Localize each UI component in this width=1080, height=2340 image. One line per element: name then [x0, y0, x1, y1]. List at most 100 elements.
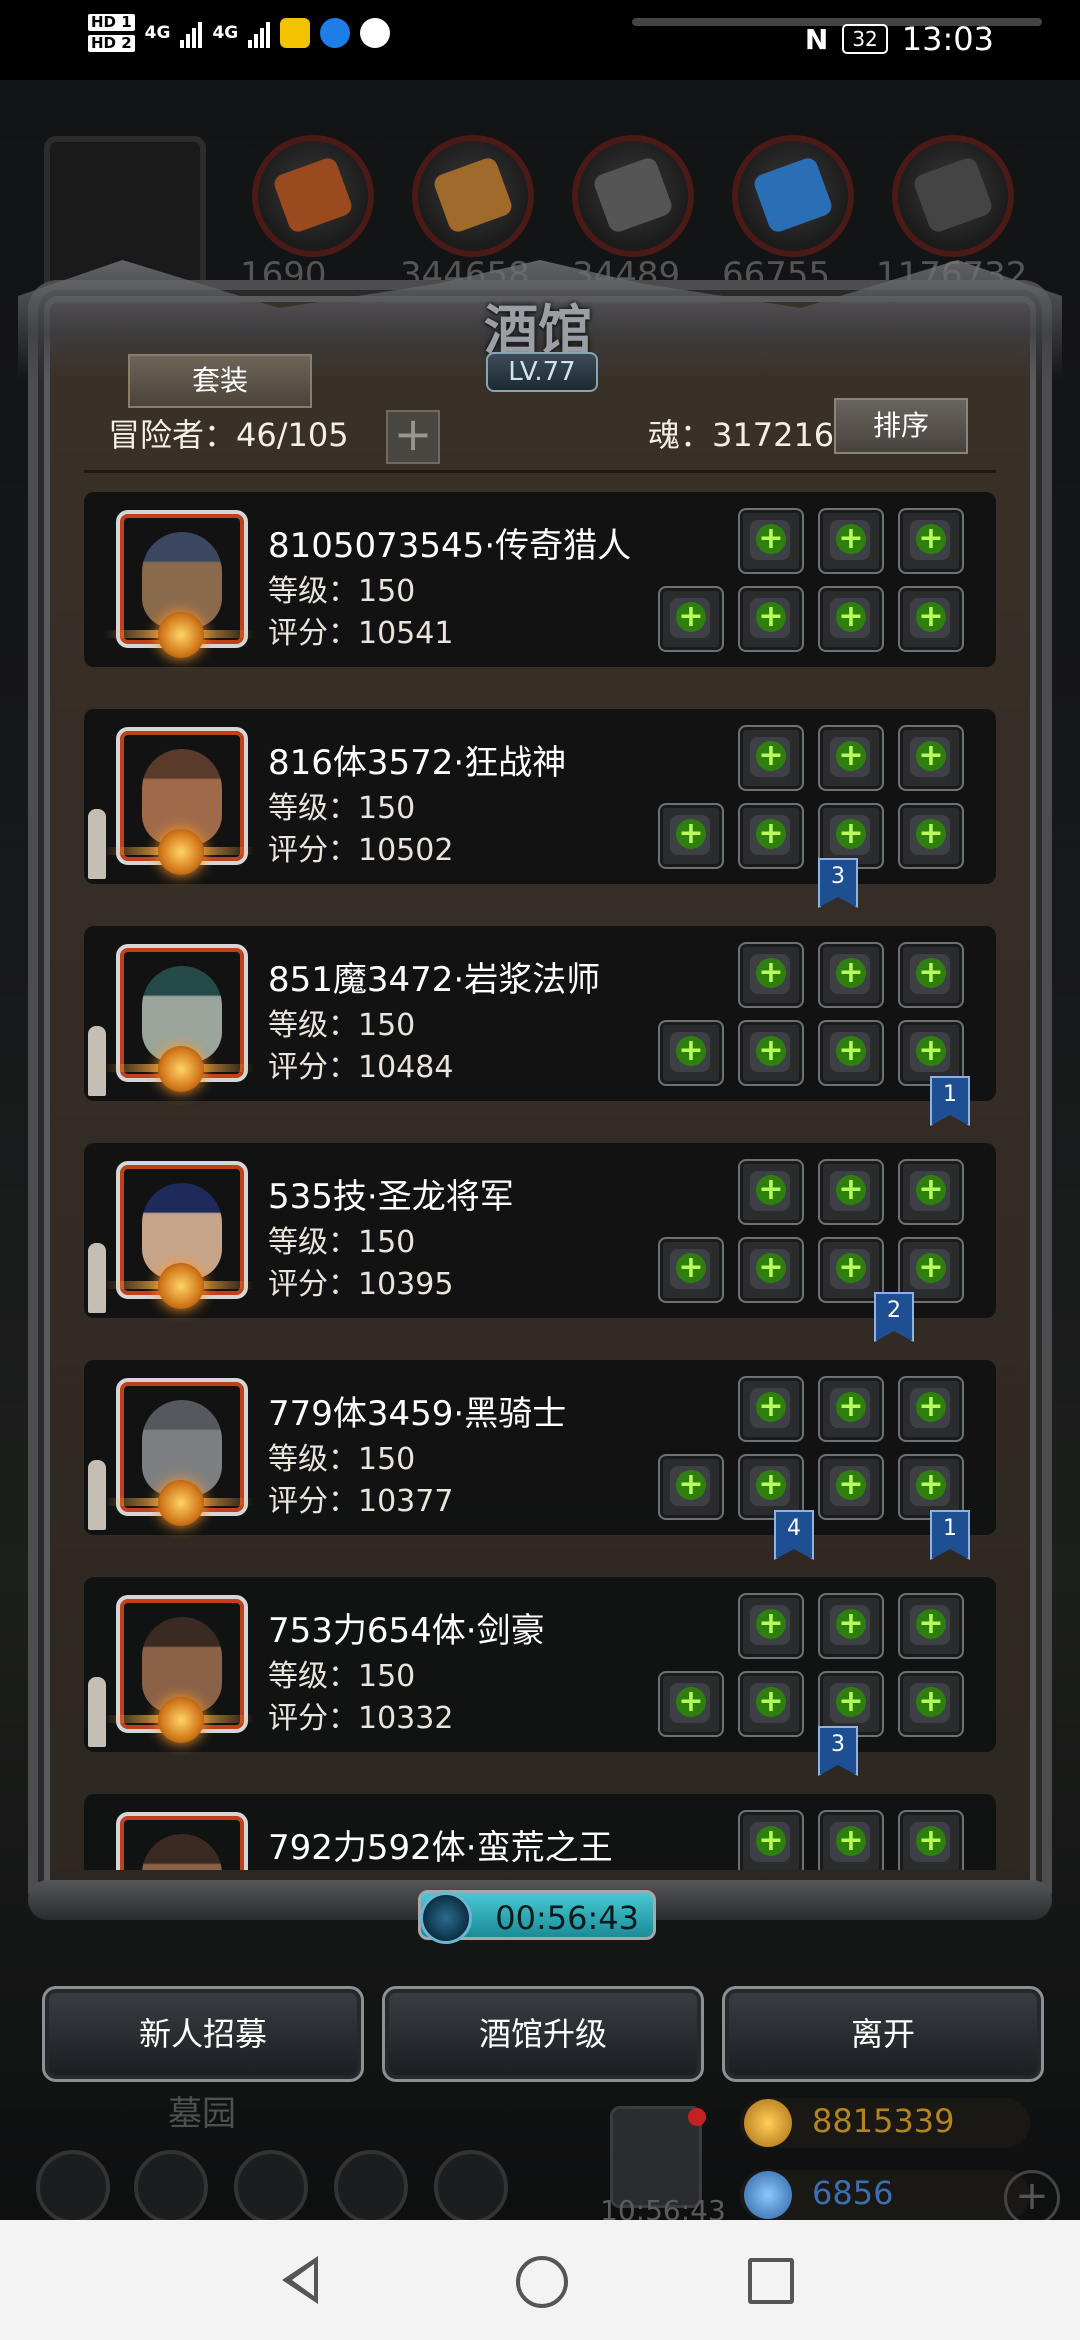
- hero-row[interactable]: 753力654体·剑豪 等级：150 评分：10332 + + + + + + +: [84, 1577, 996, 1752]
- hud-settings-icon[interactable]: [36, 2150, 110, 2224]
- hd-badge-2: HD 2: [88, 35, 135, 52]
- plus-icon: +: [916, 1826, 946, 1856]
- hero-name: 535技·圣龙将军: [268, 1177, 514, 1217]
- plus-icon: +: [756, 819, 786, 849]
- hero-score: 评分：10332: [268, 1701, 454, 1736]
- network-type-2: 4G: [212, 23, 239, 43]
- plus-icon: +: [756, 524, 786, 554]
- sort-button[interactable]: 排序: [834, 398, 968, 454]
- weapon-slot-button[interactable]: +: [658, 803, 724, 869]
- hud-guild-icon[interactable]: [234, 2150, 308, 2224]
- armor-slot-button[interactable]: +: [818, 1593, 884, 1659]
- resource-ore-icon: [252, 135, 374, 257]
- plus-icon: +: [836, 741, 866, 771]
- ring-slot-button[interactable]: +: [818, 586, 884, 652]
- gloves-slot-button[interactable]: +: [898, 1593, 964, 1659]
- hero-row[interactable]: 8105073545·传奇猎人 等级：150 评分：10541 + + + + + + +: [84, 492, 996, 667]
- gem-amount: 6856: [812, 2174, 894, 2212]
- leave-button[interactable]: 离开: [722, 1986, 1044, 2082]
- plus-icon: +: [836, 1470, 866, 1500]
- weapon-slot-button[interactable]: +: [658, 1671, 724, 1737]
- amulet-slot-button[interactable]: +: [898, 803, 964, 869]
- hero-row[interactable]: 535技·圣龙将军 等级：150 评分：10395 + + + + + + +: [84, 1143, 996, 1318]
- set-bonus-ribbon: 3: [818, 858, 858, 908]
- gold-amount: 8815339: [812, 2102, 955, 2140]
- add-currency-button[interactable]: +: [1004, 2170, 1060, 2226]
- status-bar: HD 1 HD 2 4G 4G N 32 13:03: [0, 0, 1080, 80]
- gloves-slot-button[interactable]: +: [898, 1159, 964, 1225]
- chest-slot-button[interactable]: +: [738, 1020, 804, 1086]
- hero-row[interactable]: 779体3459·黑骑士 等级：150 评分：10377 + + + + + + +: [84, 1360, 996, 1535]
- hd-badge-1: HD 1: [88, 14, 135, 31]
- chest-slot-button[interactable]: +: [738, 803, 804, 869]
- helmet-slot-button[interactable]: +: [738, 1376, 804, 1442]
- plus-icon: +: [916, 1036, 946, 1066]
- armor-slot-button[interactable]: +: [818, 1159, 884, 1225]
- recruit-button[interactable]: 新人招募: [42, 1986, 364, 2082]
- plus-icon: +: [676, 1470, 706, 1500]
- plus-icon: +: [916, 1253, 946, 1283]
- plus-icon: +: [916, 1687, 946, 1717]
- hero-face: [142, 1834, 222, 1870]
- gloves-slot-button[interactable]: +: [898, 942, 964, 1008]
- add-capacity-button[interactable]: +: [386, 410, 440, 464]
- hero-row[interactable]: 816体3572·狂战神 等级：150 评分：10502 + + + + + + +: [84, 709, 996, 884]
- hud-shield-icon[interactable]: [134, 2150, 208, 2224]
- helmet-slot-button[interactable]: +: [738, 508, 804, 574]
- hero-medal-icon: [158, 1697, 204, 1743]
- amulet-slot-button[interactable]: +: [898, 1671, 964, 1737]
- plus-icon: +: [756, 1392, 786, 1422]
- weapon-slot-button[interactable]: +: [658, 1454, 724, 1520]
- helmet-slot-button[interactable]: +: [738, 1593, 804, 1659]
- hero-medal-icon: [158, 1046, 204, 1092]
- set-button[interactable]: 套装: [128, 354, 312, 408]
- hero-list[interactable]: 8105073545·传奇猎人 等级：150 评分：10541 + + + + + + + …: [84, 480, 996, 1870]
- armor-slot-button[interactable]: +: [818, 725, 884, 791]
- amulet-slot-button[interactable]: +: [898, 586, 964, 652]
- helmet-slot-button[interactable]: +: [738, 1159, 804, 1225]
- hero-row[interactable]: 851魔3472·岩浆法师 等级：150 评分：10484 + + + + + + +: [84, 926, 996, 1101]
- plus-icon: +: [836, 1826, 866, 1856]
- chest-slot-button[interactable]: +: [738, 1237, 804, 1303]
- chest-slot-button[interactable]: +: [738, 1671, 804, 1737]
- weapon-slot-button[interactable]: +: [658, 1237, 724, 1303]
- helmet-slot-button[interactable]: +: [738, 1810, 804, 1870]
- set-bonus-ribbon: 1: [930, 1076, 970, 1126]
- hero-status-figure-icon: [88, 1026, 106, 1096]
- battery-icon: 32: [842, 24, 888, 54]
- hero-level: 等级：150: [268, 1008, 416, 1043]
- upgrade-tavern-button[interactable]: 酒馆升级: [382, 1986, 704, 2082]
- plus-icon: +: [916, 524, 946, 554]
- gem-icon: [744, 2171, 792, 2219]
- resource-crystal-icon: [732, 135, 854, 257]
- armor-slot-button[interactable]: +: [818, 942, 884, 1008]
- recent-apps-icon[interactable]: [748, 2258, 794, 2304]
- ring-slot-button[interactable]: +: [818, 1454, 884, 1520]
- gloves-slot-button[interactable]: +: [898, 1810, 964, 1870]
- plus-icon: +: [916, 1175, 946, 1205]
- gloves-slot-button[interactable]: +: [898, 508, 964, 574]
- hero-portrait[interactable]: [116, 1812, 248, 1870]
- home-icon[interactable]: [516, 2256, 568, 2308]
- chest-slot-button[interactable]: +: [738, 586, 804, 652]
- hud-chat-icon[interactable]: [434, 2150, 508, 2224]
- plus-icon: +: [916, 958, 946, 988]
- weapon-slot-button[interactable]: +: [658, 1020, 724, 1086]
- helmet-slot-button[interactable]: +: [738, 942, 804, 1008]
- gloves-slot-button[interactable]: +: [898, 725, 964, 791]
- hero-name: 8105073545·传奇猎人: [268, 526, 632, 566]
- armor-slot-button[interactable]: +: [818, 1376, 884, 1442]
- hero-row[interactable]: 792力592体·蛮荒之王 + + +: [84, 1794, 996, 1870]
- hud-mail-icon[interactable]: [334, 2150, 408, 2224]
- armor-slot-button[interactable]: +: [818, 1810, 884, 1870]
- weapon-slot-button[interactable]: +: [658, 586, 724, 652]
- ring-slot-button[interactable]: +: [818, 1020, 884, 1086]
- hero-level: 等级：150: [268, 1225, 416, 1260]
- armor-slot-button[interactable]: +: [818, 508, 884, 574]
- plus-icon: +: [836, 819, 866, 849]
- hero-level: 等级：150: [268, 1442, 416, 1477]
- plus-icon: +: [676, 1253, 706, 1283]
- helmet-slot-button[interactable]: +: [738, 725, 804, 791]
- hero-medal-icon: [158, 612, 204, 658]
- gloves-slot-button[interactable]: +: [898, 1376, 964, 1442]
